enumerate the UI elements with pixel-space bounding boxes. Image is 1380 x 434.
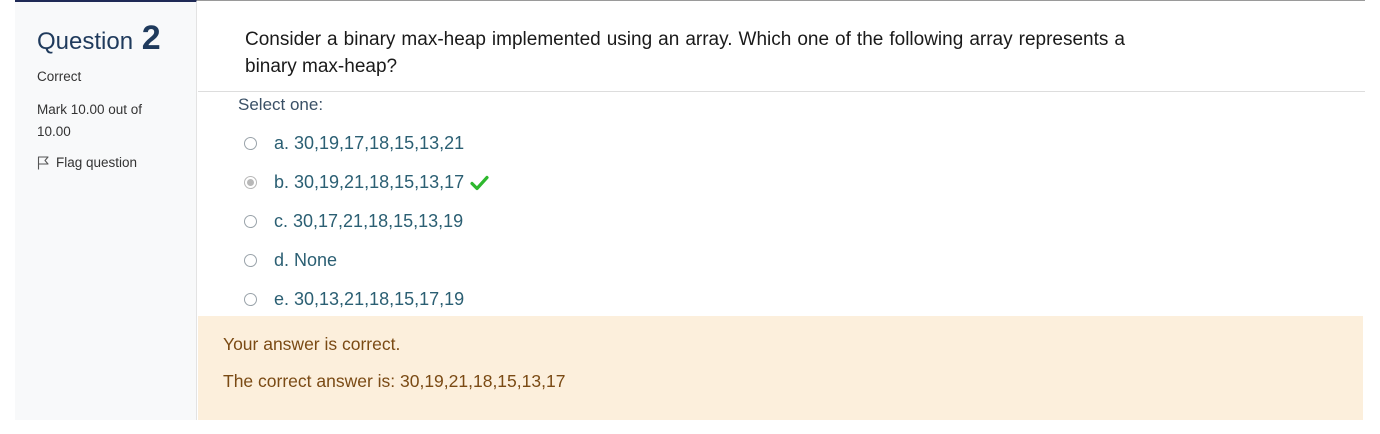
question-text: Consider a binary max-heap implemented u… xyxy=(245,29,1125,77)
question-grade: Mark 10.00 out of 10.00 xyxy=(37,102,143,139)
answer-option-e[interactable]: e. 30,13,21,18,15,17,19 xyxy=(244,280,489,319)
flag-icon xyxy=(37,155,50,170)
radio-button-e[interactable] xyxy=(244,293,257,306)
answer-option-label[interactable]: b. 30,19,21,18,15,13,17 xyxy=(274,172,464,193)
question-number: Question 2 xyxy=(37,19,196,58)
answer-option-d[interactable]: d. None xyxy=(244,241,489,280)
flag-question-link[interactable]: Flag question xyxy=(37,155,196,170)
question-separator xyxy=(198,91,1365,92)
radio-button-b[interactable] xyxy=(244,176,257,189)
answer-option-a[interactable]: a. 30,19,17,18,15,13,21 xyxy=(244,124,489,163)
feedback-message: Your answer is correct. xyxy=(223,334,401,354)
select-one-prompt: Select one: xyxy=(238,95,324,114)
answer-option-label[interactable]: e. 30,13,21,18,15,17,19 xyxy=(274,289,464,310)
radio-button-a[interactable] xyxy=(244,137,257,150)
question-label: Question xyxy=(37,28,134,55)
question-state: Correct xyxy=(37,69,82,84)
question-info-panel: Question 2 Correct Mark 10.00 out of 10.… xyxy=(15,0,197,420)
top-divider xyxy=(197,0,1365,1)
radio-button-c[interactable] xyxy=(244,215,257,228)
correct-check-icon xyxy=(470,175,489,191)
answer-option-b[interactable]: b. 30,19,21,18,15,13,17 xyxy=(244,163,489,202)
feedback-panel: Your answer is correct. The correct answ… xyxy=(198,316,1363,420)
answer-option-c[interactable]: c. 30,17,21,18,15,13,19 xyxy=(244,202,489,241)
answer-options: a. 30,19,17,18,15,13,21 b. 30,19,21,18,1… xyxy=(244,124,489,319)
flag-question-label: Flag question xyxy=(56,155,138,170)
radio-button-d[interactable] xyxy=(244,254,257,267)
answer-option-label[interactable]: c. 30,17,21,18,15,13,19 xyxy=(274,211,463,232)
correct-answer-text: The correct answer is: 30,19,21,18,15,13… xyxy=(223,371,566,391)
question-number-value: 2 xyxy=(141,19,161,57)
answer-option-label[interactable]: d. None xyxy=(274,250,337,271)
answer-option-label[interactable]: a. 30,19,17,18,15,13,21 xyxy=(274,133,464,154)
